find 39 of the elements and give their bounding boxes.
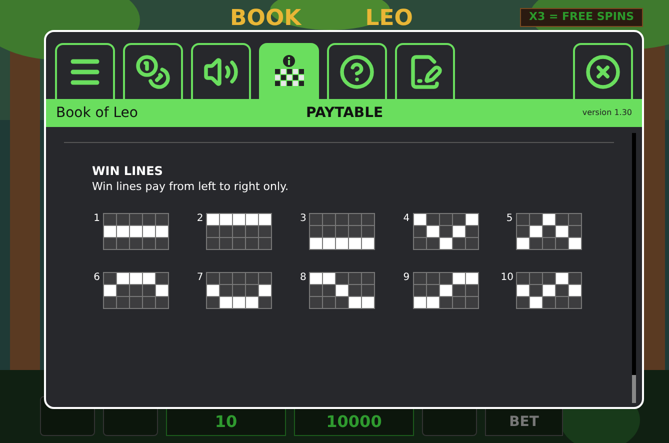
line-number: 9: [402, 272, 410, 284]
win-line-grid: [516, 272, 582, 309]
line-number: 6: [92, 272, 100, 284]
line-number: 7: [196, 272, 204, 284]
toolbar-tab[interactable]: [327, 43, 387, 99]
help-icon: [339, 54, 375, 90]
toolbar-tab[interactable]: [395, 43, 455, 99]
close-icon: [585, 54, 621, 90]
line-number: 1: [92, 213, 100, 225]
line-number: 2: [196, 213, 204, 225]
section-description: Win lines pay from left to right only.: [92, 179, 290, 194]
line-number: 4: [402, 213, 410, 225]
game-logo-text: BOOK: [230, 5, 302, 33]
win-line-grid: [309, 213, 376, 250]
win-line-grid: [206, 272, 272, 309]
page-title: PAYTABLE: [306, 104, 384, 122]
section-title: WIN LINES: [92, 164, 164, 179]
line-number: 3: [299, 213, 306, 225]
game-name: Book of Leo: [56, 104, 138, 122]
line-number: 8: [299, 272, 306, 284]
coins-icon: [135, 54, 171, 90]
win-line-grid: [412, 272, 479, 309]
toolbar-tab[interactable]: [191, 43, 251, 99]
line-number: 10: [500, 272, 513, 284]
free-spins-banner: X3 = FREE SPINS: [520, 8, 644, 26]
win-line-grid: [412, 213, 479, 250]
win-line-grid: [103, 272, 169, 309]
toolbar-tab[interactable]: [123, 43, 183, 99]
version-label: version 1.30: [582, 107, 632, 119]
toolbar-tab[interactable]: [259, 43, 319, 99]
game-logo-text: LEO: [365, 5, 413, 33]
toolbar-tab[interactable]: [55, 43, 115, 99]
win-line-grid: [309, 272, 376, 309]
win-line-grid: [206, 213, 272, 250]
win-line-grid: [103, 213, 169, 250]
toolbar-tab[interactable]: [573, 43, 633, 99]
scrollbar[interactable]: [632, 133, 636, 403]
line-number: 5: [505, 213, 513, 225]
win-line-grid: [516, 213, 582, 250]
